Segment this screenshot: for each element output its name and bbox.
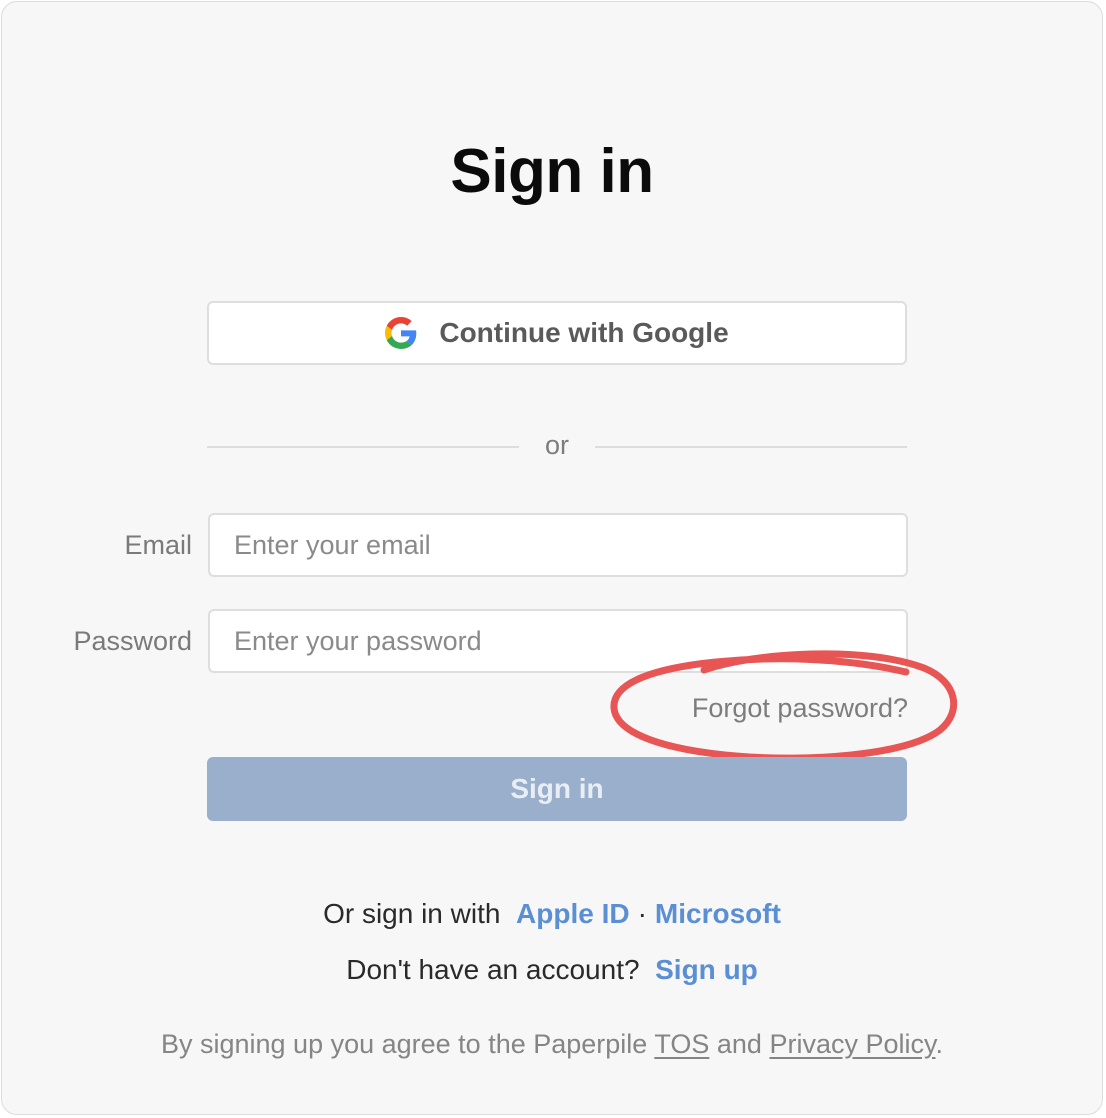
password-label: Password [73,626,192,656]
microsoft-link[interactable]: Microsoft [655,898,781,929]
legal-middle: and [716,1029,762,1059]
forgot-password-link[interactable]: Forgot password? [608,690,908,726]
alt-signin-prefix: Or sign in with [323,898,501,929]
continue-with-google-label: Continue with Google [439,317,729,348]
signin-card: Sign in Continue with Google or Email Pa… [1,1,1103,1115]
page-title: Sign in [450,137,654,206]
sign-in-button[interactable]: Sign in [207,757,907,821]
apple-id-link[interactable]: Apple ID [516,898,630,929]
legal-prefix: By signing up you agree to the Paperpile [160,1029,648,1059]
privacy-policy-link[interactable]: Privacy Policy [769,1029,935,1059]
signup-prompt-line: Don't have an account? Sign up [2,950,1102,990]
divider-line-right [595,446,907,448]
sign-up-link[interactable]: Sign up [655,954,758,985]
email-label: Email [124,530,192,560]
google-g-icon [385,317,417,349]
continue-with-google-button[interactable]: Continue with Google [207,301,907,365]
email-field[interactable] [208,513,908,577]
alternative-signin: Or sign in with Apple ID · Microsoft [2,894,1102,934]
tos-link[interactable]: TOS [654,1029,709,1059]
or-divider: or [207,422,907,472]
password-field[interactable] [208,609,908,673]
legal-text: By signing up you agree to the Paperpile… [2,1024,1102,1064]
separator-dot: · [637,898,647,929]
signup-prompt: Don't have an account? [346,954,640,985]
legal-suffix: . [935,1029,944,1059]
